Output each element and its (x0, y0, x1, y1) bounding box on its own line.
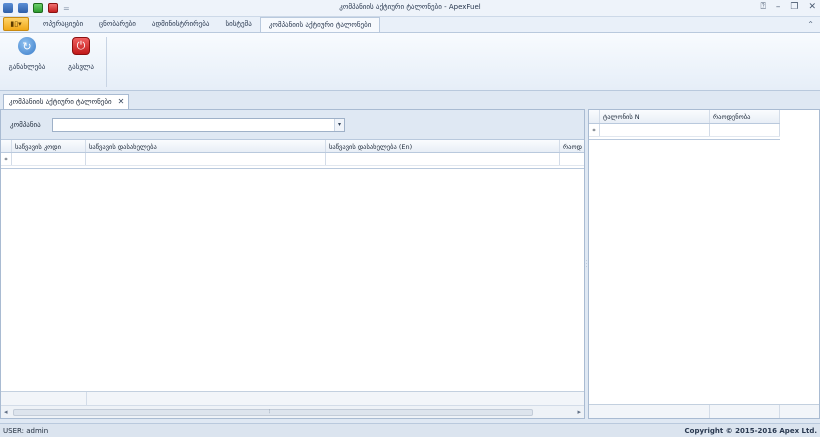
fuel-grid: საწვავის კოდი საწვავის დასახელება საწვავ… (1, 139, 584, 169)
ribbon-panel: ↻ განახლება ⏻ გასვლა (0, 33, 820, 91)
tab-company-active-tickets[interactable]: კომპანიის აქტიური ტალონები (259, 17, 381, 32)
footer-cell-divider (86, 392, 87, 405)
new-row-cell[interactable] (12, 153, 86, 165)
new-row[interactable]: * (1, 153, 584, 166)
grid-divider (1, 168, 584, 169)
document-tab[interactable]: კომპანიის აქტიური ტალონები ✕ (3, 94, 130, 109)
help-icon[interactable]: ⍰ (760, 2, 765, 12)
current-user: USER: admin (3, 427, 49, 435)
footer-cell-divider (709, 405, 710, 418)
new-row-cell[interactable] (600, 124, 710, 136)
minimize-icon[interactable]: – (776, 2, 781, 12)
save-icon[interactable] (18, 3, 28, 13)
tickets-grid-footer (589, 404, 819, 418)
horizontal-scrollbar[interactable]: ◂ ⦙ ▸ (1, 405, 584, 418)
chevron-down-icon[interactable]: ▾ (334, 119, 344, 131)
customize-icon[interactable]: = (63, 4, 70, 13)
tickets-grid: ტალონის N რაოდენობა * (589, 110, 780, 140)
scroll-left-icon[interactable]: ◂ (4, 408, 8, 416)
refresh-button[interactable]: ↻ განახლება (8, 37, 46, 71)
green-icon[interactable] (33, 3, 43, 13)
column-quantity[interactable]: რაოდ (560, 140, 584, 152)
tickets-new-row[interactable]: * (589, 124, 780, 137)
scroll-thumb[interactable] (13, 409, 533, 416)
document-tab-label: კომპანიის აქტიური ტალონები (9, 98, 112, 106)
menu-icon: ▮▯ (10, 20, 19, 28)
ribbon-separator (106, 37, 107, 87)
window-title: კომპანიის აქტიური ტალონები - ApexFuel (339, 3, 481, 11)
copyright-text: Copyright © 2015-2016 Apex Ltd. (684, 427, 818, 435)
column-fuel-code[interactable]: საწვავის კოდი (12, 140, 86, 152)
document-tabs: კომპანიის აქტიური ტალონები ✕ (0, 92, 820, 109)
exit-button[interactable]: ⏻ გასვლა (62, 37, 100, 71)
grid-header: საწვავის კოდი საწვავის დასახელება საწვავ… (1, 139, 584, 153)
company-combobox[interactable]: ▾ (52, 118, 345, 132)
new-row-cell[interactable] (710, 124, 780, 136)
tab-operations[interactable]: ოპერაციები (35, 17, 91, 32)
new-row-cell[interactable] (326, 153, 560, 165)
tab-system[interactable]: სისტემა (217, 17, 259, 32)
application-menu-button[interactable]: ▮▯ ▾ (3, 17, 29, 31)
window-controls: ⍰ – ❐ ✕ (760, 2, 816, 12)
column-fuel-name-en[interactable]: საწვავის დასახელება (En) (326, 140, 560, 152)
column-amount[interactable]: რაოდენობა (710, 110, 780, 123)
scroll-grip-icon: ⦙ (269, 408, 271, 415)
new-row-indicator: * (1, 153, 12, 165)
grid-footer (1, 391, 584, 405)
row-indicator-header (589, 110, 600, 123)
column-ticket-number[interactable]: ტალონის N (600, 110, 710, 123)
grid-divider (589, 139, 780, 140)
new-row-cell[interactable] (86, 153, 326, 165)
new-row-indicator: * (589, 124, 600, 136)
column-fuel-name[interactable]: საწვავის დასახელება (86, 140, 326, 152)
tickets-grid-header: ტალონის N რაოდენობა (589, 110, 780, 124)
tab-administration[interactable]: ადმინისტრირება (144, 17, 218, 32)
menu-arrow: ▾ (18, 20, 22, 28)
main-panel: კომპანია ▾ საწვავის კოდი საწვავის დასახე… (0, 109, 585, 419)
status-bar: USER: admin Copyright © 2015-2016 Apex L… (0, 423, 820, 437)
red-icon[interactable] (48, 3, 58, 13)
row-indicator-header (1, 140, 12, 152)
new-row-cell[interactable] (560, 153, 584, 165)
footer-cell-divider (779, 405, 780, 418)
close-icon[interactable]: ✕ (808, 2, 816, 12)
refresh-icon: ↻ (18, 37, 36, 55)
ribbon-tabs: ▮▯ ▾ ოპერაციები ცნობარები ადმინისტრირება … (0, 17, 820, 33)
close-tab-icon[interactable]: ✕ (118, 98, 125, 109)
company-label: კომპანია (10, 121, 41, 129)
app-icon[interactable] (3, 3, 13, 13)
quick-access-toolbar: = (0, 0, 70, 17)
refresh-label: განახლება (8, 63, 46, 71)
restore-icon[interactable]: ❐ (790, 2, 798, 12)
filter-bar: კომპანია ▾ (1, 110, 584, 139)
title-bar: = კომპანიის აქტიური ტალონები - ApexFuel … (0, 0, 820, 17)
power-icon: ⏻ (72, 37, 90, 55)
tickets-panel: ტალონის N რაოდენობა * (588, 109, 820, 419)
exit-label: გასვლა (68, 63, 94, 71)
collapse-ribbon-icon[interactable]: ⌃ (807, 20, 814, 29)
tab-references[interactable]: ცნობარები (91, 17, 144, 32)
scroll-right-icon[interactable]: ▸ (577, 408, 581, 416)
